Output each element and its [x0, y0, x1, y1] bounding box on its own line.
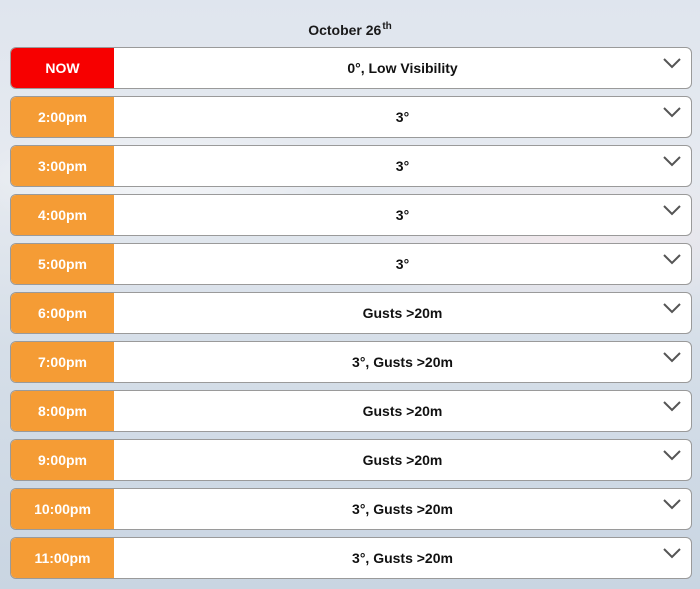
forecast-row[interactable]: 10:00pm 3°, Gusts >20m — [10, 488, 692, 530]
conditions-summary: 3° — [395, 207, 410, 223]
time-label: 2:00pm — [11, 97, 114, 137]
chevron-down-icon[interactable] — [663, 302, 681, 314]
date-title: October 26th — [308, 21, 392, 38]
conditions-summary: 0°, Low Visibility — [347, 60, 458, 76]
forecast-row-now[interactable]: NOW 0°, Low Visibility — [10, 47, 692, 89]
conditions-summary: 3° — [395, 109, 410, 125]
chevron-down-icon[interactable] — [663, 106, 681, 118]
forecast-row[interactable]: 7:00pm 3°, Gusts >20m — [10, 341, 692, 383]
date-header: October 26th — [0, 0, 700, 47]
forecast-row[interactable]: 2:00pm 3° — [10, 96, 692, 138]
forecast-row[interactable]: 11:00pm 3°, Gusts >20m — [10, 537, 692, 579]
conditions-summary: Gusts >20m — [362, 452, 443, 468]
time-label: 6:00pm — [11, 293, 114, 333]
forecast-list: NOW 0°, Low Visibility 2:00pm 3° 3:00pm … — [10, 47, 692, 586]
time-label: 7:00pm — [11, 342, 114, 382]
chevron-down-icon[interactable] — [663, 253, 681, 265]
time-label: 5:00pm — [11, 244, 114, 284]
conditions-summary: 3°, Gusts >20m — [352, 550, 453, 566]
forecast-row[interactable]: 3:00pm 3° — [10, 145, 692, 187]
date-suffix: th — [382, 21, 392, 32]
chevron-down-icon[interactable] — [663, 400, 681, 412]
date-text: October 26 — [308, 22, 382, 38]
conditions-summary: 3°, Gusts >20m — [352, 501, 453, 517]
forecast-row[interactable]: 5:00pm 3° — [10, 243, 692, 285]
time-label: 8:00pm — [11, 391, 114, 431]
conditions-summary: 3° — [395, 158, 410, 174]
time-label: 3:00pm — [11, 146, 114, 186]
time-label: 9:00pm — [11, 440, 114, 480]
chevron-down-icon[interactable] — [663, 449, 681, 461]
chevron-down-icon[interactable] — [663, 547, 681, 559]
chevron-down-icon[interactable] — [663, 155, 681, 167]
time-label: 4:00pm — [11, 195, 114, 235]
forecast-row[interactable]: 9:00pm Gusts >20m — [10, 439, 692, 481]
chevron-down-icon[interactable] — [663, 351, 681, 363]
time-label: 11:00pm — [11, 538, 114, 578]
conditions-summary: 3°, Gusts >20m — [352, 354, 453, 370]
time-label: 10:00pm — [11, 489, 114, 529]
time-label: NOW — [11, 48, 114, 88]
chevron-down-icon[interactable] — [663, 498, 681, 510]
chevron-down-icon[interactable] — [663, 204, 681, 216]
forecast-row[interactable]: 8:00pm Gusts >20m — [10, 390, 692, 432]
forecast-row[interactable]: 6:00pm Gusts >20m — [10, 292, 692, 334]
conditions-summary: Gusts >20m — [362, 305, 443, 321]
conditions-summary: Gusts >20m — [362, 403, 443, 419]
forecast-row[interactable]: 4:00pm 3° — [10, 194, 692, 236]
chevron-down-icon[interactable] — [663, 57, 681, 69]
conditions-summary: 3° — [395, 256, 410, 272]
